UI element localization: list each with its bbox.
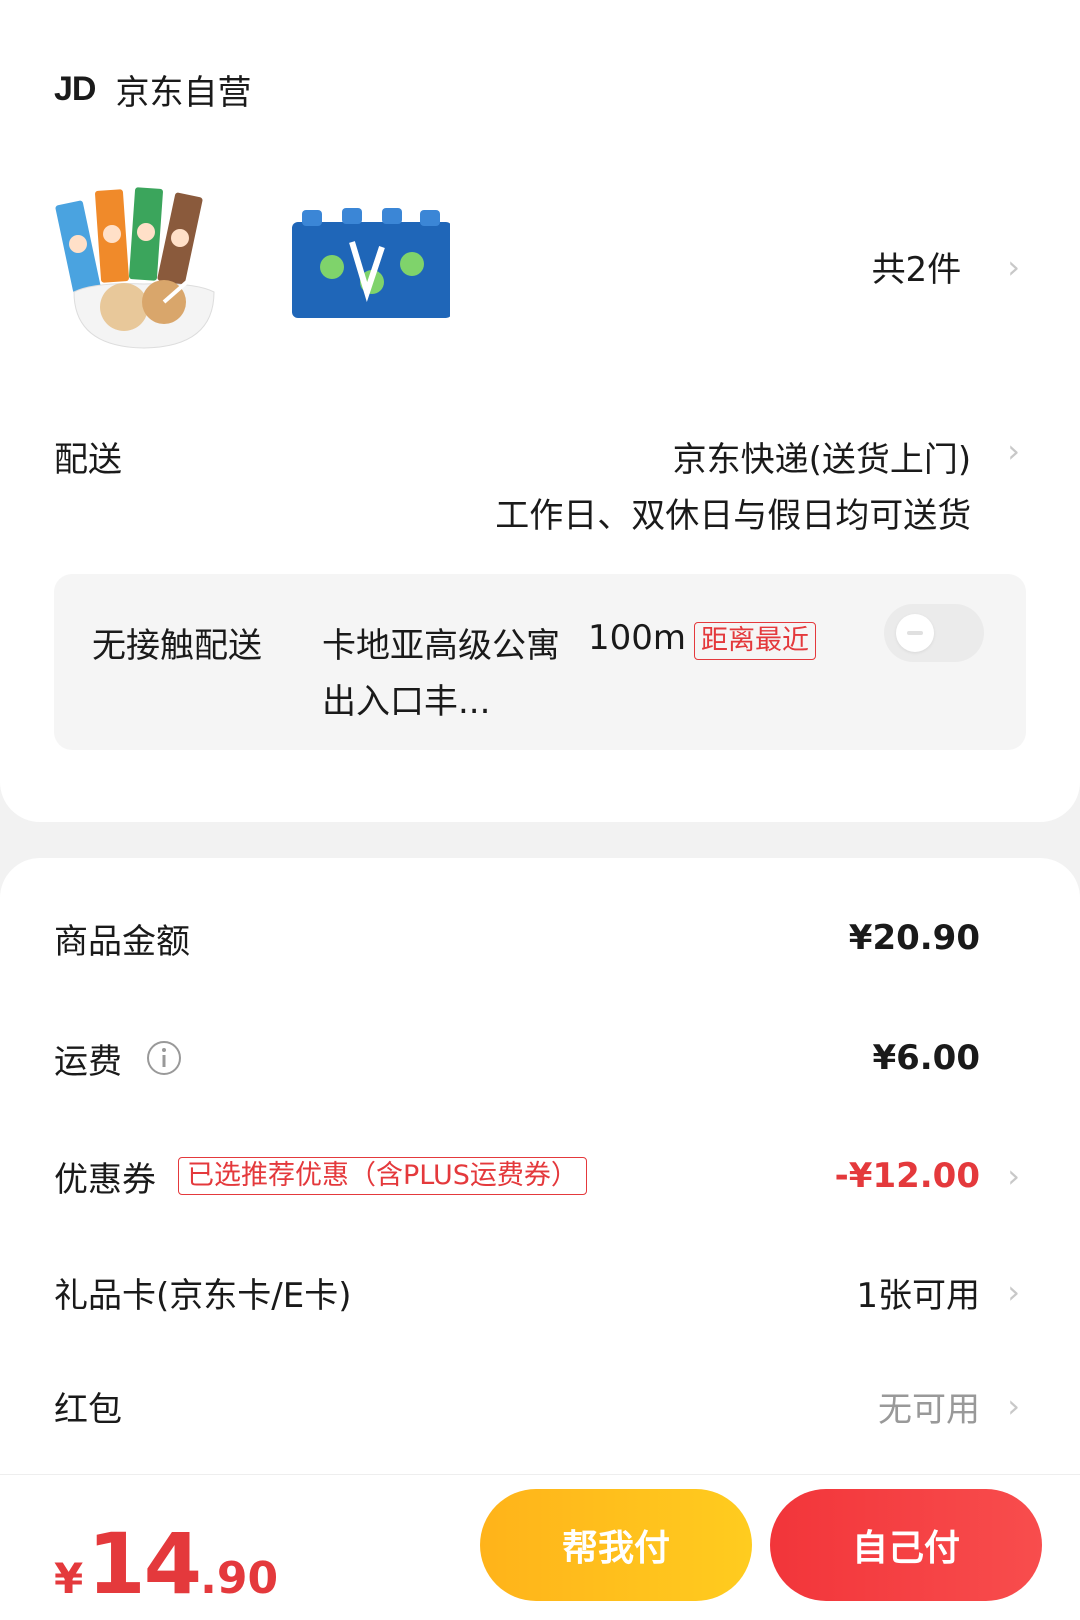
goods-amount-label: 商品金额 (54, 921, 190, 962)
order-total: ¥ 14 .90 (54, 1515, 278, 1613)
pay-myself-button[interactable]: 自己付 (770, 1489, 1042, 1601)
gift-card-value: 1张可用 (856, 1275, 980, 1316)
shipping-method-text: 京东快递(送货上门) (672, 440, 972, 480)
total-decimal: .90 (200, 1553, 279, 1604)
red-packet-value: 无可用 (878, 1389, 980, 1430)
contactless-address: 卡地亚高级公寓出入口丰... (322, 626, 560, 722)
coupon-value: -¥12.00 (834, 1156, 980, 1196)
freight-value: ¥6.00 (872, 1038, 980, 1078)
toggle-knob (896, 614, 934, 652)
chevron-right-icon: › (1007, 1387, 1020, 1425)
red-packet-label: 红包 (54, 1389, 122, 1430)
chevron-right-icon: › (1007, 432, 1020, 470)
contactless-label: 无接触配送 (92, 626, 262, 666)
coupon-row[interactable]: 优惠券 已选推荐优惠（含PLUS运费券） -¥12.00 › (54, 1146, 1020, 1206)
jd-logo: JD (54, 69, 96, 108)
checkout-bar: ¥ 14 .90 帮我付 自己付 (0, 1474, 1080, 1620)
goods-amount-value: ¥20.90 (848, 918, 980, 958)
freight-row: 运费 ¥6.00 (54, 1028, 1020, 1088)
chevron-right-icon: › (1007, 1157, 1020, 1195)
chevron-right-icon: › (1007, 1273, 1020, 1311)
product-thumbnails[interactable] (54, 172, 452, 356)
item-count-label: 共2件 (871, 250, 962, 290)
chevron-right-icon: › (1007, 247, 1020, 286)
product-image-candy[interactable] (54, 172, 232, 356)
shipping-label: 配送 (54, 440, 122, 480)
goods-amount-row: 商品金额 ¥20.90 (54, 908, 1020, 968)
store-header: JD 京东自营 (54, 62, 251, 116)
item-count[interactable]: 共2件 › (872, 242, 1020, 291)
freight-label-wrap: 运费 (54, 1034, 182, 1083)
gift-card-row[interactable]: 礼品卡(京东卡/E卡) 1张可用 › (54, 1262, 1020, 1322)
coupon-label-wrap: 优惠券 已选推荐优惠（含PLUS运费券） (54, 1152, 587, 1201)
contactless-toggle[interactable] (884, 604, 984, 662)
help-me-pay-button[interactable]: 帮我付 (480, 1489, 752, 1601)
red-packet-row[interactable]: 红包 无可用 › (54, 1376, 1020, 1436)
info-icon[interactable] (146, 1040, 182, 1076)
shipping-method[interactable]: 京东快递(送货上门) 工作日、双休日与假日均可送货 › (495, 432, 1020, 544)
store-name: 京东自营 (115, 72, 252, 113)
coupon-tag: 已选推荐优惠（含PLUS运费券） (178, 1157, 587, 1195)
total-integer: 14 (87, 1515, 202, 1613)
contactless-distance: 100m (588, 618, 687, 658)
gift-card-label: 礼品卡(京东卡/E卡) (54, 1275, 352, 1316)
order-card: JD 京东自营 共2件 › 配送 京东快递(送货上门) 工作日、双休日与假日均可… (0, 0, 1080, 822)
contactless-delivery-panel: 无接触配送 卡地亚高级公寓出入口丰... 100m 距离最近 (54, 574, 1026, 750)
fee-card: 商品金额 ¥20.90 运费 ¥6.00 优惠券 已选推荐优惠（含PLUS运费券… (0, 858, 1080, 1478)
coupon-label: 优惠券 (54, 1159, 156, 1200)
product-image-drink[interactable] (272, 172, 452, 356)
freight-label: 运费 (54, 1041, 122, 1082)
total-currency: ¥ (54, 1554, 84, 1603)
shipping-schedule-text: 工作日、双休日与假日均可送货 (495, 496, 972, 536)
nearest-tag: 距离最近 (694, 622, 816, 660)
